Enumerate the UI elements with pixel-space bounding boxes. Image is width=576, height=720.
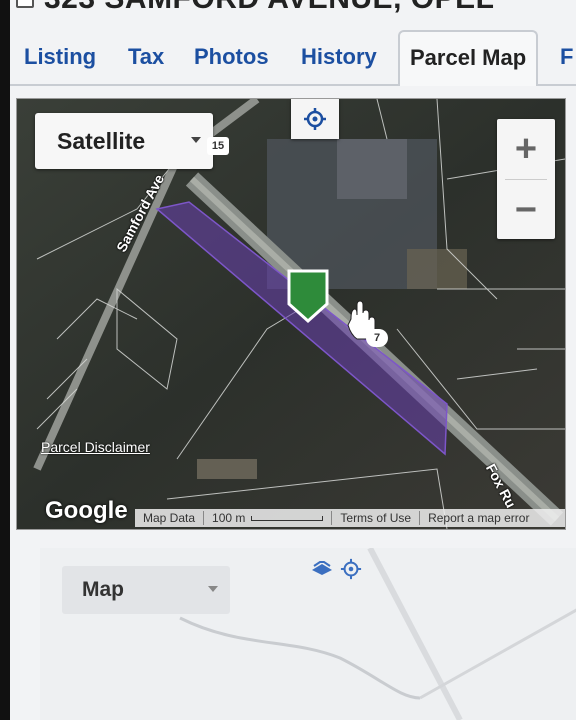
crosshair-icon [304,108,326,130]
scale-indicator: 100 m [204,511,333,525]
tab-listing[interactable]: Listing [24,34,96,80]
listing-title: 323 SAMFORD AVENUE, OPEL [44,0,494,16]
listing-header: 323 SAMFORD AVENUE, OPEL [10,0,576,16]
tab-tax[interactable]: Tax [128,34,164,80]
scale-label: 100 m [212,511,246,525]
chevron-down-icon [208,586,218,592]
route-shield: 7 [366,329,388,347]
chevron-down-icon [191,137,201,143]
zoom-out-button[interactable]: − [497,180,555,240]
map-attribution-bar: Map Data 100 m Terms of Use Report a map… [135,509,565,527]
field [407,249,467,289]
google-logo: Google [45,497,128,524]
street-map-panel[interactable]: Map [40,548,576,720]
map-type-dropdown[interactable]: Satellite [35,113,213,169]
tab-f[interactable]: F [560,34,573,80]
highway-shield: 15 [207,137,229,155]
tab-bar: Listing Tax Photos History Parcel Map F [10,28,576,86]
tab-parcel-map[interactable]: Parcel Map [398,30,539,86]
zoom-in-button[interactable]: + [497,119,555,179]
select-checkbox[interactable] [16,0,34,8]
tab-photos[interactable]: Photos [194,34,269,80]
house [197,459,257,479]
lower-map-tools [310,558,362,580]
layers-icon[interactable] [310,558,334,576]
locate-button[interactable] [291,99,339,139]
lower-map-type-label: Map [82,578,124,601]
lower-map-type-dropdown[interactable]: Map [62,566,230,614]
scale-bar [251,516,324,522]
building [337,139,407,199]
zoom-controls: + − [497,119,555,239]
map-type-label: Satellite [57,127,146,154]
crosshair-icon[interactable] [340,558,362,580]
parcel-disclaimer-link[interactable]: Parcel Disclaimer [41,439,150,455]
tab-history[interactable]: History [301,34,377,80]
report-error-link[interactable]: Report a map error [420,511,537,525]
map-data-link[interactable]: Map Data [135,511,205,525]
parcel-map-satellite[interactable]: Satellite + − 15 7 Samford Ave Fox Ru Pa… [16,98,566,530]
browser-screen: 323 SAMFORD AVENUE, OPEL Listing Tax Pho… [10,0,576,720]
terms-link[interactable]: Terms of Use [332,511,421,525]
